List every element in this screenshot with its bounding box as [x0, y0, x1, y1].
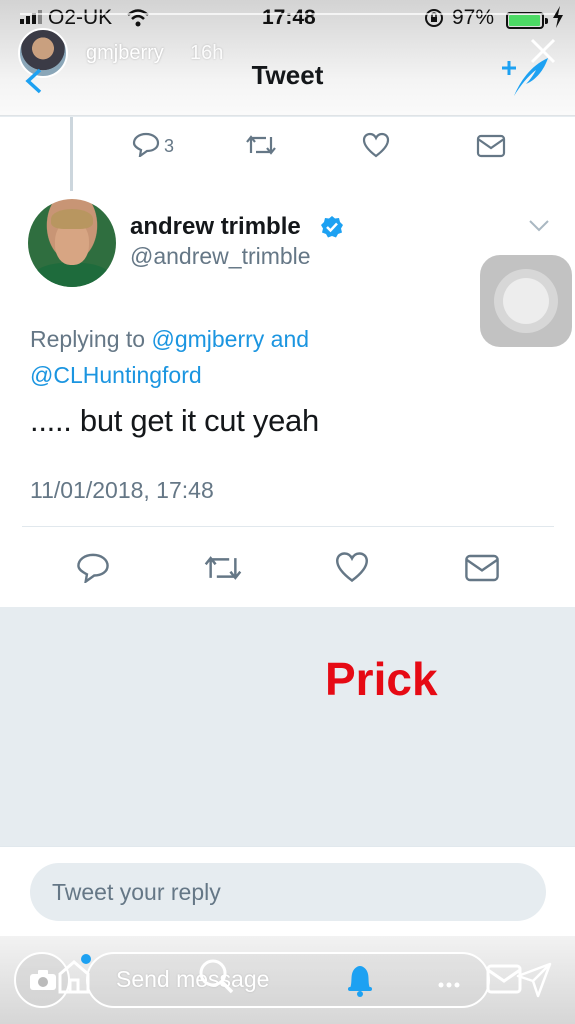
- wifi-icon: [126, 8, 150, 34]
- author-avatar[interactable]: [28, 199, 116, 287]
- like-icon: [334, 551, 370, 588]
- dm-icon: [476, 134, 506, 163]
- rotation-lock-icon: [424, 8, 444, 33]
- charging-icon: [552, 6, 564, 33]
- reply-joiner: and: [270, 326, 310, 352]
- replying-to: Replying to @gmjberry and @CLHuntingford: [30, 321, 450, 393]
- tweet-detail: 3 andrew trimble @andrew_trimble Replyin…: [0, 117, 575, 607]
- verified-icon: [320, 215, 344, 239]
- story-footer: Send message: [0, 936, 575, 1024]
- reply-composer: [0, 846, 575, 936]
- notification-dot: [81, 954, 91, 964]
- carrier-name: O2-UK: [48, 6, 113, 29]
- reply-button[interactable]: 3: [132, 131, 174, 162]
- dm-button[interactable]: [464, 553, 500, 588]
- author-handle[interactable]: @andrew_trimble: [130, 243, 311, 270]
- retweet-icon: [244, 133, 278, 162]
- author-name[interactable]: andrew trimble: [130, 213, 301, 241]
- page-title: Tweet: [251, 60, 324, 90]
- story-header: O2-UK 17:48 97% gmjberry 16h Tweet: [0, 0, 575, 116]
- compose-icon[interactable]: [500, 54, 554, 98]
- reply-input[interactable]: [30, 863, 546, 921]
- retweet-icon: [202, 553, 244, 588]
- assistive-touch-button[interactable]: [480, 255, 572, 347]
- like-button[interactable]: [334, 551, 370, 588]
- more-icon[interactable]: [438, 968, 460, 994]
- like-icon: [362, 132, 390, 163]
- replying-prefix: Replying to: [30, 326, 146, 352]
- divider: [22, 526, 554, 527]
- dm-icon: [464, 553, 500, 588]
- previous-tweet-actions: 3: [0, 129, 575, 169]
- reply-icon: [76, 551, 110, 588]
- like-button[interactable]: [362, 132, 390, 163]
- reply-mention-link[interactable]: @gmjberry: [151, 326, 264, 352]
- story-progress-bar: [20, 13, 555, 15]
- bell-icon[interactable]: [340, 960, 380, 1000]
- send-icon[interactable]: [516, 962, 552, 998]
- reply-button[interactable]: [76, 551, 110, 588]
- status-bar: O2-UK 17:48 97%: [0, 4, 575, 34]
- search-icon[interactable]: [196, 956, 236, 996]
- reply-icon: [132, 131, 160, 162]
- tweet-timestamp: 11/01/2018, 17:48: [30, 477, 214, 503]
- clock: 17:48: [262, 6, 316, 29]
- send-message-label: Send message: [116, 966, 270, 992]
- story-caption: Prick: [325, 653, 438, 705]
- reply-count: 3: [164, 136, 175, 156]
- chevron-down-icon[interactable]: [528, 219, 550, 233]
- dm-button[interactable]: [476, 134, 506, 163]
- retweet-button[interactable]: [244, 133, 278, 162]
- tweet-text: ..... but get it cut yeah: [30, 403, 319, 438]
- reply-mention-link[interactable]: @CLHuntingford: [30, 362, 202, 388]
- battery-percent: 97%: [452, 6, 495, 29]
- retweet-button[interactable]: [202, 553, 244, 588]
